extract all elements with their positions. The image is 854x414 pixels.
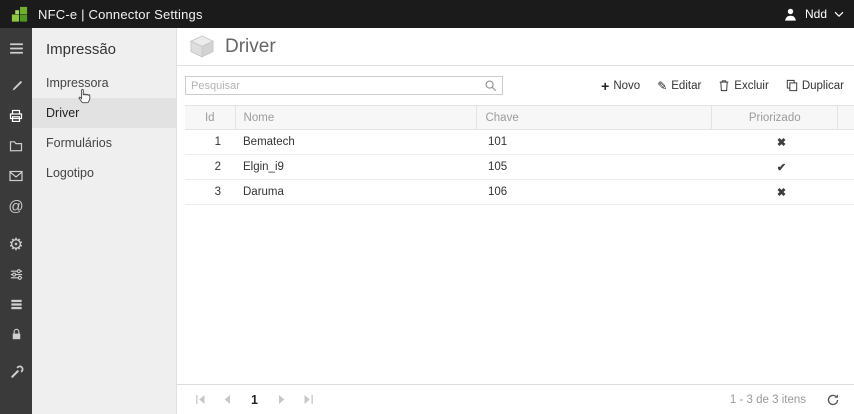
pager-status: 1 - 3 de 3 itens [730,393,840,407]
at-glyph: @ [8,199,23,214]
at-sign-icon[interactable]: @ [0,191,32,221]
data-grid: Id Nome Chave Priorizado 1 Bematech 101 … [185,105,854,205]
search-box [185,76,503,95]
sliders-icon[interactable] [0,259,32,289]
cell-chave: 101 [480,136,718,148]
page-header: Driver [177,28,854,66]
items-count: 1 - 3 de 3 itens [730,394,806,406]
mail-icon[interactable] [0,161,32,191]
gear-icon[interactable]: ⚙ [0,229,32,259]
search-icon[interactable] [484,79,497,92]
last-page-icon[interactable] [302,393,316,407]
lock-icon[interactable] [0,319,32,349]
cell-chave: 105 [480,161,718,173]
sidebar-item-driver[interactable]: Driver [32,98,176,128]
topbar: NFC-e | Connector Settings Ndd [0,0,854,28]
duplicar-label: Duplicar [802,80,844,92]
icon-rail: @ ⚙ [0,28,32,414]
table-header-spacer [837,106,854,129]
toolbar: + Novo ✎ Editar Excluir [601,79,846,93]
sidebar-item-impressora[interactable]: Impressora [32,68,176,98]
cell-nome: Bematech [235,136,480,148]
app-title: NFC-e | Connector Settings [38,7,203,22]
cell-nome: Daruma [235,186,480,198]
list-icon[interactable] [0,289,32,319]
cell-id: 1 [185,136,235,148]
brush-icon[interactable] [0,71,32,101]
novo-label: Novo [613,80,640,92]
gear-glyph: ⚙ [8,236,23,253]
table-row[interactable]: 3 Daruma 106 ✖ [185,180,854,205]
col-header-priorizado[interactable]: Priorizado [711,106,837,129]
cross-icon: ✖ [718,186,845,199]
sidebar-item-formularios[interactable]: Formulários [32,128,176,158]
chevron-down-icon [834,11,844,18]
cell-id: 2 [185,161,235,173]
refresh-icon[interactable] [826,393,840,407]
main-content: Driver + Novo ✎ [177,28,854,414]
cell-nome: Elgin_i9 [235,161,480,173]
user-icon [783,7,798,22]
editar-label: Editar [671,80,701,92]
col-header-id[interactable]: Id [185,106,235,129]
cell-id: 3 [185,186,235,198]
grid-controls: + Novo ✎ Editar Excluir [177,66,854,97]
empty-area [177,205,854,384]
table-row[interactable]: 1 Bematech 101 ✖ [185,130,854,155]
brand-logo-icon [10,5,29,24]
user-menu[interactable]: Ndd [783,7,844,22]
copy-icon [786,79,798,92]
prev-page-icon[interactable] [220,393,234,407]
col-header-chave[interactable]: Chave [476,106,711,129]
menu-icon[interactable] [0,33,32,63]
page-title: Driver [225,36,276,58]
box-icon [189,35,215,58]
pager-bar: 1 1 - 3 de 3 itens [177,384,854,414]
excluir-label: Excluir [734,80,769,92]
cross-icon: ✖ [718,136,845,149]
first-page-icon[interactable] [193,393,207,407]
user-name: Ndd [805,7,827,21]
app-window: NFC-e | Connector Settings Ndd [0,0,854,414]
trash-icon [718,79,730,92]
novo-button[interactable]: + Novo [601,79,640,93]
printer-icon[interactable] [0,101,32,131]
duplicar-button[interactable]: Duplicar [786,79,844,92]
editar-button[interactable]: ✎ Editar [657,80,701,92]
section-title: Impressão [32,28,176,68]
search-input[interactable] [191,80,484,92]
table-row[interactable]: 2 Elgin_i9 105 ✔ [185,155,854,180]
excluir-button[interactable]: Excluir [718,79,769,92]
section-menu: Impressão Impressora Driver Formulários … [32,28,177,414]
wrench-icon[interactable] [0,357,32,387]
cell-chave: 106 [480,186,718,198]
plus-icon: + [601,79,609,93]
col-header-nome[interactable]: Nome [235,106,477,129]
check-icon: ✔ [718,161,845,174]
page-number[interactable]: 1 [247,393,262,407]
table-header-row: Id Nome Chave Priorizado [185,105,854,130]
sidebar-item-logotipo[interactable]: Logotipo [32,158,176,188]
pencil-icon: ✎ [657,80,667,92]
pager: 1 [193,393,316,407]
folder-icon[interactable] [0,131,32,161]
next-page-icon[interactable] [275,393,289,407]
